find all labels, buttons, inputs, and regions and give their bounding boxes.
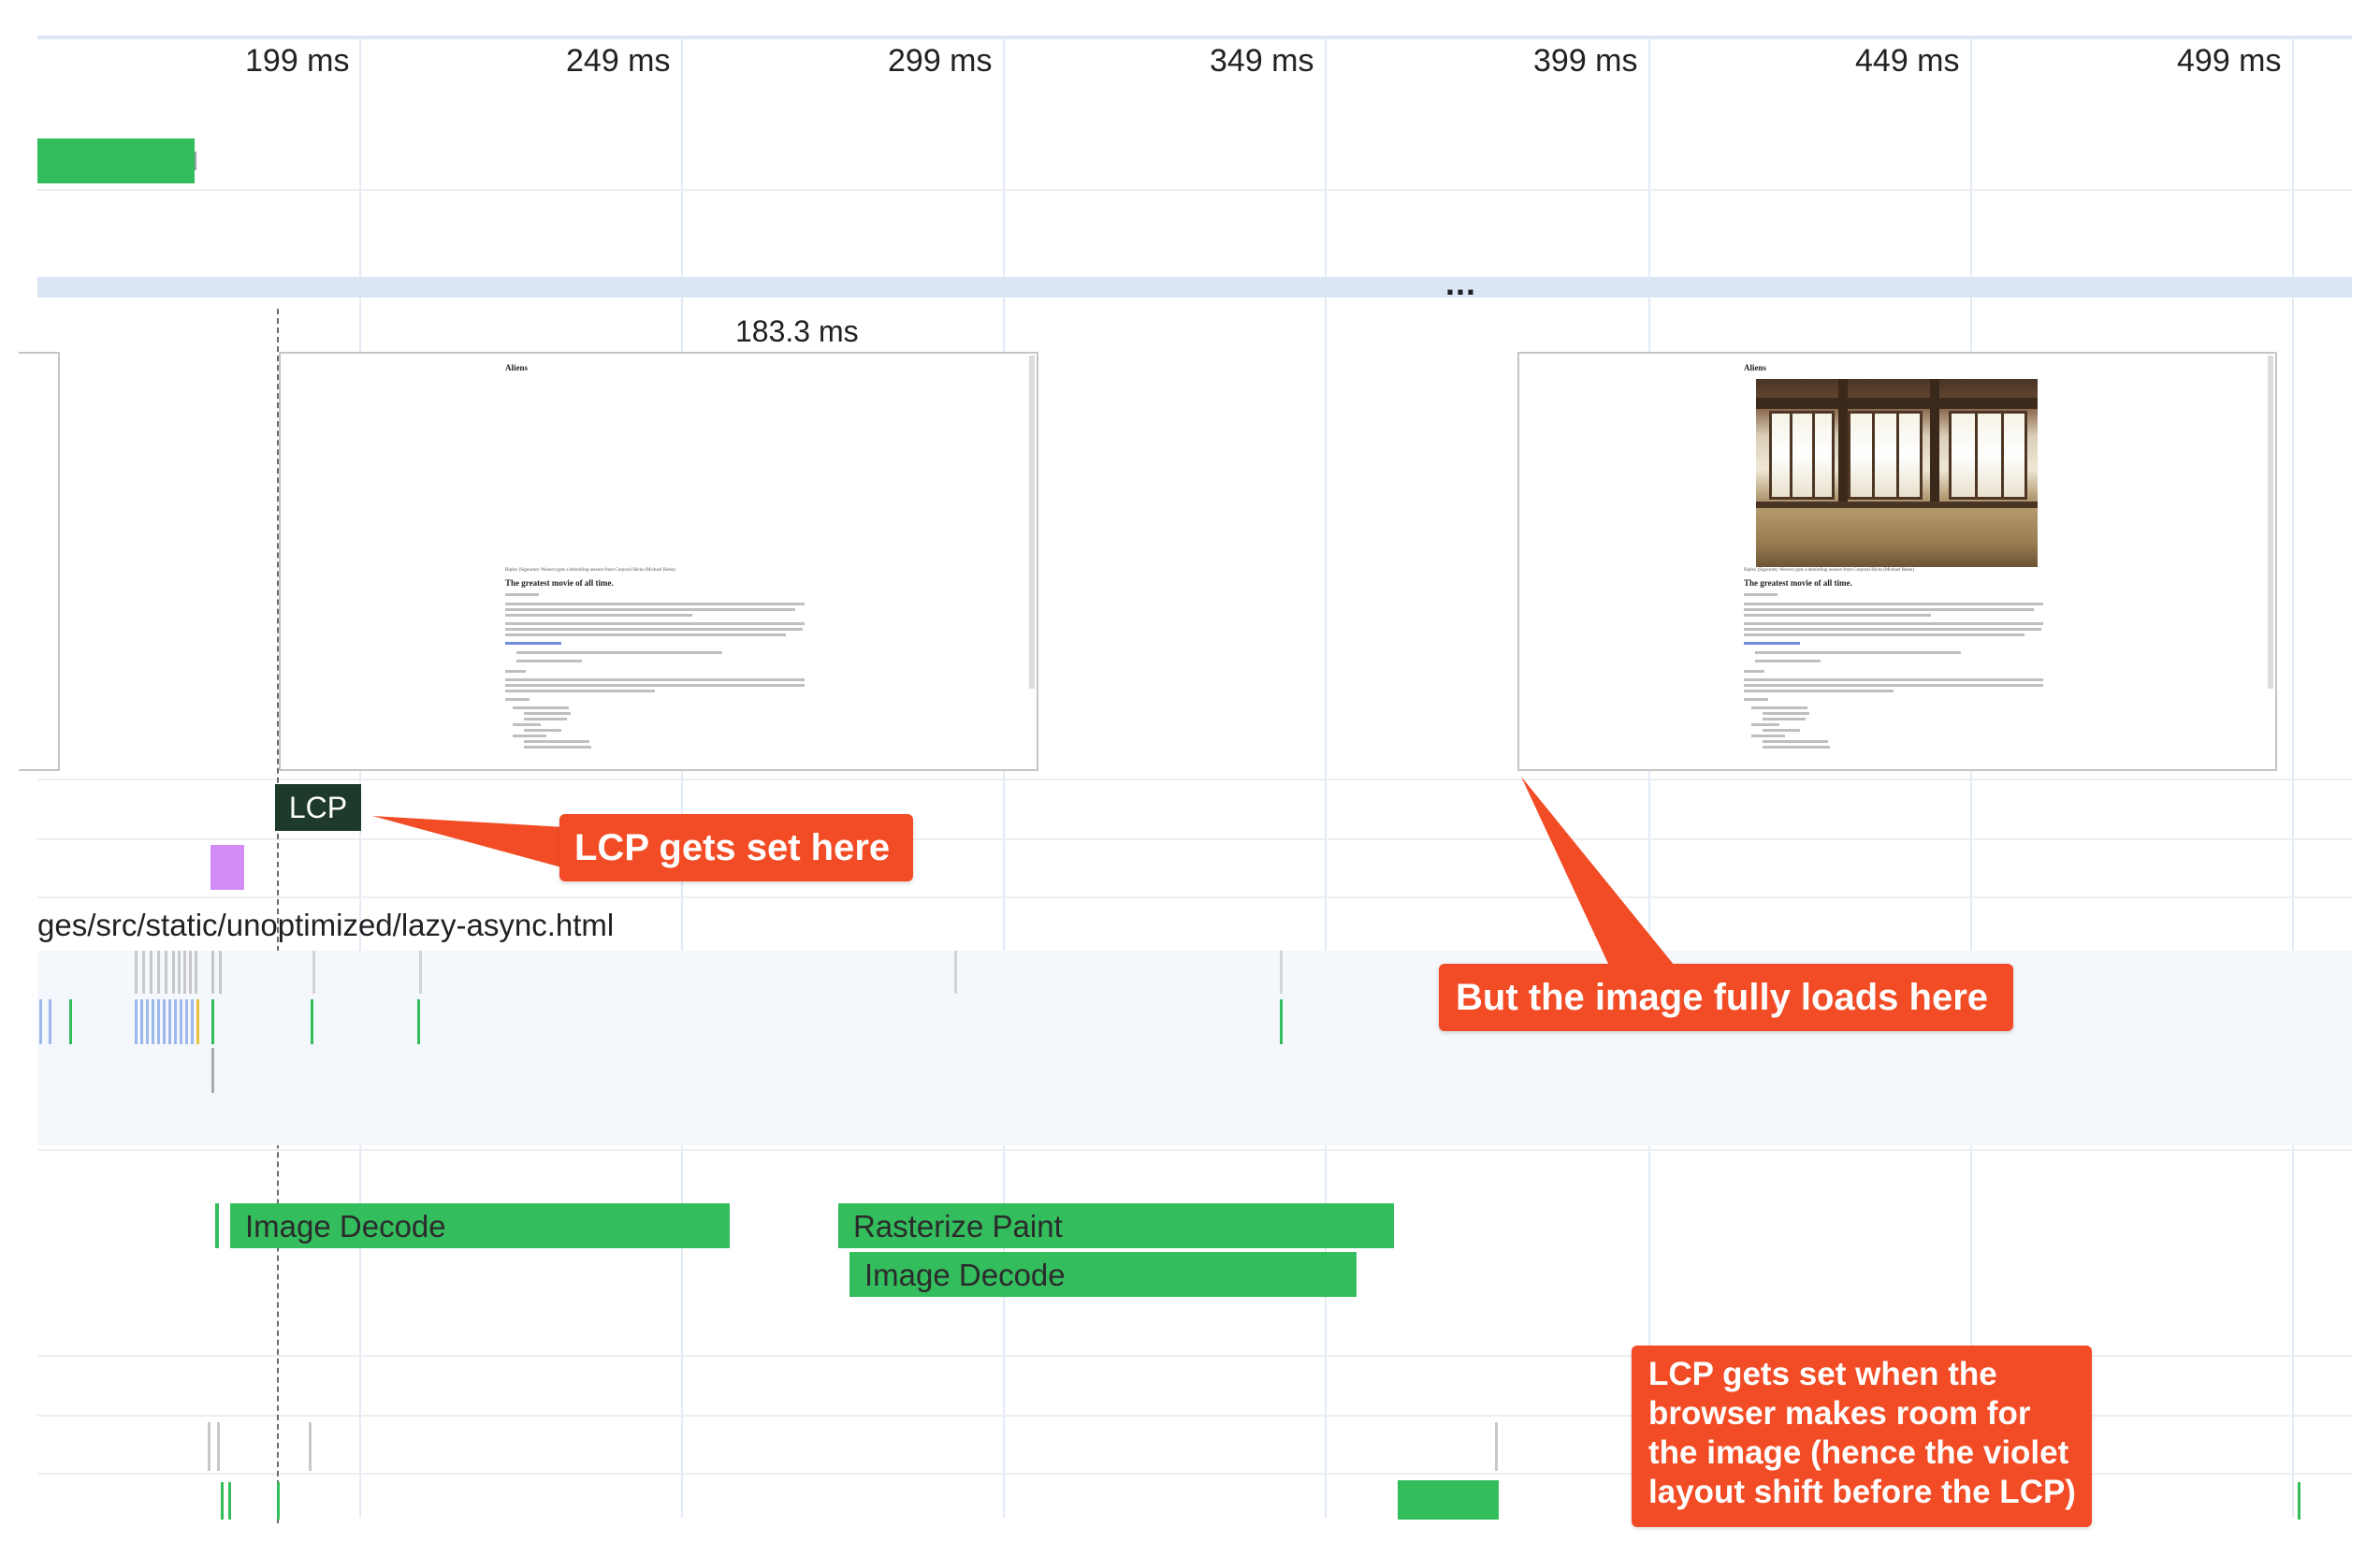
lcp-set-callout: LCP gets set here [559, 814, 913, 881]
lcp-callout-arrow [372, 816, 565, 868]
image-load-callout: But the image fully loads here [1439, 964, 2013, 1031]
image-callout-arrow [1521, 777, 1675, 966]
explanation-callout: LCP gets set when the browser makes room… [1632, 1346, 2092, 1527]
callout-arrows [372, 777, 1675, 966]
